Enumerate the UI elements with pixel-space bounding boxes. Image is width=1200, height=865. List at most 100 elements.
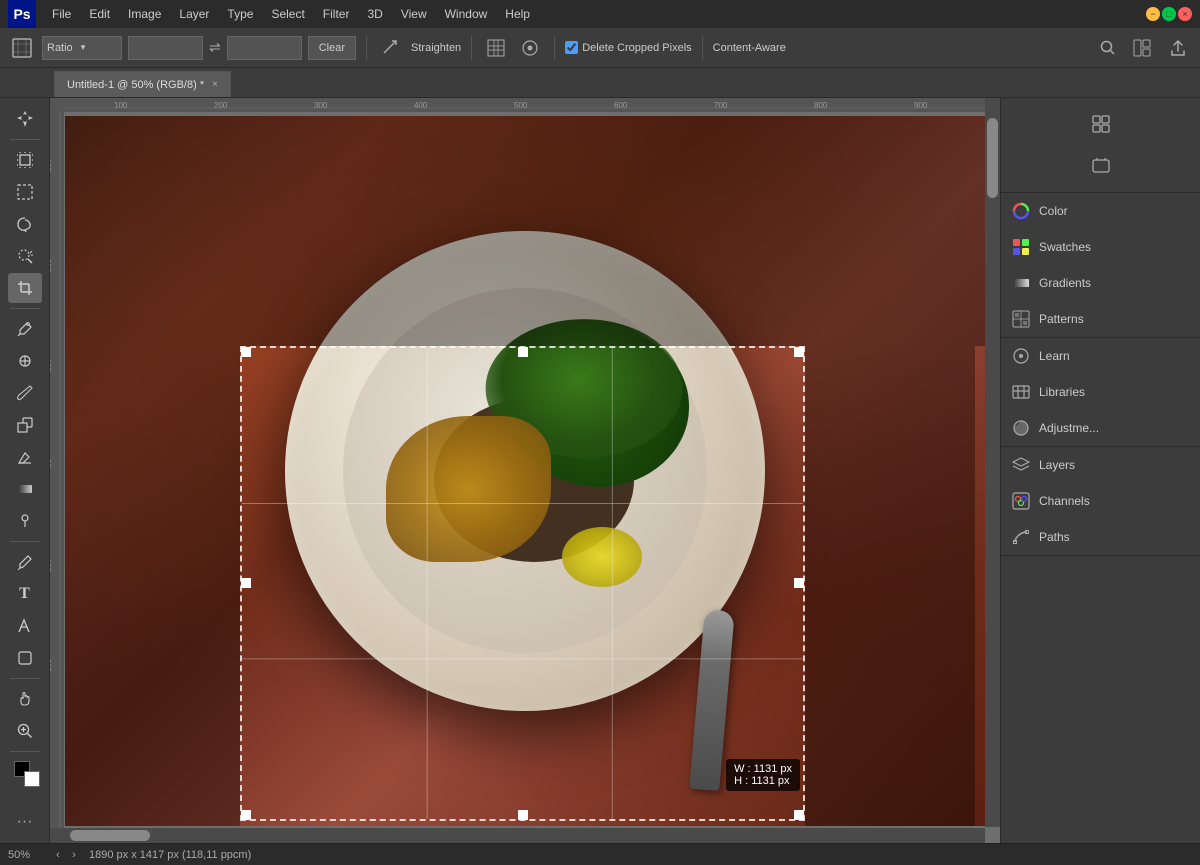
options-right-controls bbox=[1096, 34, 1192, 62]
swap-dimensions-button[interactable]: ⇌ bbox=[209, 39, 221, 56]
straighten-label: Straighten bbox=[411, 42, 461, 54]
panel-item-gradients[interactable]: Gradients bbox=[1001, 265, 1200, 301]
main-area: T bbox=[0, 98, 1200, 843]
panel-content: Color Swatches bbox=[1001, 193, 1200, 843]
svg-text:400: 400 bbox=[414, 101, 428, 110]
move-tool[interactable] bbox=[8, 104, 42, 134]
text-tool[interactable]: T bbox=[8, 579, 42, 609]
crop-dim-left bbox=[65, 346, 240, 826]
menu-image[interactable]: Image bbox=[120, 5, 169, 23]
clone-stamp-tool[interactable] bbox=[8, 410, 42, 440]
menu-window[interactable]: Window bbox=[437, 5, 496, 23]
menu-file[interactable]: File bbox=[44, 5, 79, 23]
pen-tool[interactable] bbox=[8, 547, 42, 577]
nav-prev-button[interactable]: ‹ bbox=[51, 848, 65, 862]
more-tools-button[interactable]: ··· bbox=[8, 807, 42, 837]
panel-item-patterns[interactable]: Patterns bbox=[1001, 301, 1200, 337]
background-color[interactable] bbox=[24, 771, 40, 787]
grid-overlay-icon[interactable] bbox=[482, 34, 510, 62]
tab-close-button[interactable]: × bbox=[212, 79, 218, 90]
path-select-tool[interactable] bbox=[8, 611, 42, 641]
hand-tool[interactable] bbox=[8, 684, 42, 714]
straighten-icon[interactable] bbox=[377, 34, 405, 62]
lasso-tool[interactable] bbox=[8, 209, 42, 239]
marquee-rect-tool[interactable] bbox=[8, 177, 42, 207]
crop-handle-tr[interactable] bbox=[794, 347, 804, 357]
svg-text:900: 900 bbox=[914, 101, 928, 110]
close-button[interactable]: × bbox=[1178, 7, 1192, 21]
photo-container: W : 1131 px H : 1131 px bbox=[65, 116, 985, 826]
width-input[interactable] bbox=[128, 36, 203, 60]
crop-handle-ml[interactable] bbox=[241, 578, 251, 588]
maximize-button[interactable]: □ bbox=[1162, 7, 1176, 21]
gradient-tool[interactable] bbox=[8, 474, 42, 504]
menu-edit[interactable]: Edit bbox=[81, 5, 118, 23]
menu-help[interactable]: Help bbox=[497, 5, 538, 23]
panel-icon-bar bbox=[1001, 98, 1200, 193]
crop-tool[interactable] bbox=[8, 273, 42, 303]
vertical-scrollbar[interactable] bbox=[985, 98, 1000, 827]
crop-handle-tl[interactable] bbox=[241, 347, 251, 357]
dodge-tool[interactable] bbox=[8, 506, 42, 536]
zoom-tool[interactable] bbox=[8, 716, 42, 746]
crop-settings-icon[interactable] bbox=[516, 34, 544, 62]
learn-label: Learn bbox=[1039, 349, 1070, 363]
panel-item-color[interactable]: Color bbox=[1001, 193, 1200, 229]
document-tab[interactable]: Untitled-1 @ 50% (RGB/8) * × bbox=[54, 71, 231, 97]
divider-1 bbox=[366, 36, 367, 60]
panel-item-layers[interactable]: Layers bbox=[1001, 447, 1200, 483]
crop-handle-mr[interactable] bbox=[794, 578, 804, 588]
eraser-tool[interactable] bbox=[8, 442, 42, 472]
adjustments-icon bbox=[1011, 418, 1031, 438]
horizontal-scrollbar[interactable] bbox=[50, 828, 985, 843]
panel-item-adjustments[interactable]: Adjustme... bbox=[1001, 410, 1200, 446]
tool-separator-5 bbox=[10, 751, 40, 752]
garnish bbox=[562, 527, 642, 587]
vertical-scroll-thumb[interactable] bbox=[987, 118, 998, 198]
artboard-tool[interactable] bbox=[8, 145, 42, 175]
height-input[interactable] bbox=[227, 36, 302, 60]
crop-handle-bl[interactable] bbox=[241, 810, 251, 820]
nav-next-button[interactable]: › bbox=[67, 848, 81, 862]
clear-button[interactable]: Clear bbox=[308, 36, 356, 60]
crop-dimensions-tooltip: W : 1131 px H : 1131 px bbox=[726, 759, 800, 791]
menu-view[interactable]: View bbox=[393, 5, 435, 23]
crop-handle-bm[interactable] bbox=[518, 810, 528, 820]
search-button[interactable] bbox=[1096, 36, 1120, 60]
eyedropper-tool[interactable] bbox=[8, 314, 42, 344]
panel-item-learn[interactable]: Learn bbox=[1001, 338, 1200, 374]
foreground-background-color[interactable] bbox=[8, 757, 42, 795]
layout-button[interactable] bbox=[1128, 34, 1156, 62]
quick-select-tool[interactable] bbox=[8, 241, 42, 271]
panel-item-swatches[interactable]: Swatches bbox=[1001, 229, 1200, 265]
panel-icon-secondary[interactable] bbox=[1081, 146, 1121, 186]
crop-handle-br[interactable] bbox=[794, 810, 804, 820]
panel-icon-properties[interactable] bbox=[1081, 104, 1121, 144]
ratio-dropdown[interactable]: Ratio ▾ bbox=[42, 36, 122, 60]
color-label: Color bbox=[1039, 204, 1068, 218]
svg-text:700: 700 bbox=[714, 101, 728, 110]
horizontal-scroll-thumb[interactable] bbox=[70, 830, 150, 841]
delete-cropped-checkbox[interactable] bbox=[565, 41, 578, 54]
panel-item-paths[interactable]: Paths bbox=[1001, 519, 1200, 555]
protein bbox=[386, 416, 550, 562]
left-toolbar: T bbox=[0, 98, 50, 843]
shape-tool[interactable] bbox=[8, 643, 42, 673]
menu-layer[interactable]: Layer bbox=[171, 5, 217, 23]
brush-tool[interactable] bbox=[8, 378, 42, 408]
canvas-area[interactable]: 100200300 400500600 700800900 100 200 30… bbox=[50, 98, 1000, 843]
minimize-button[interactable]: − bbox=[1146, 7, 1160, 21]
panel-item-channels[interactable]: Channels bbox=[1001, 483, 1200, 519]
panel-item-libraries[interactable]: Libraries bbox=[1001, 374, 1200, 410]
healing-brush-tool[interactable] bbox=[8, 346, 42, 376]
menu-filter[interactable]: Filter bbox=[315, 5, 358, 23]
food-photo: W : 1131 px H : 1131 px bbox=[65, 116, 985, 826]
menu-type[interactable]: Type bbox=[219, 5, 261, 23]
layers-label: Layers bbox=[1039, 458, 1075, 472]
menu-3d[interactable]: 3D bbox=[359, 5, 390, 23]
delete-cropped-label[interactable]: Delete Cropped Pixels bbox=[565, 41, 691, 54]
status-bar: 50% ‹ › 1890 px x 1417 px (118,11 ppcm) bbox=[0, 843, 1200, 865]
share-button[interactable] bbox=[1164, 34, 1192, 62]
paths-icon bbox=[1011, 527, 1031, 547]
menu-select[interactable]: Select bbox=[263, 5, 312, 23]
